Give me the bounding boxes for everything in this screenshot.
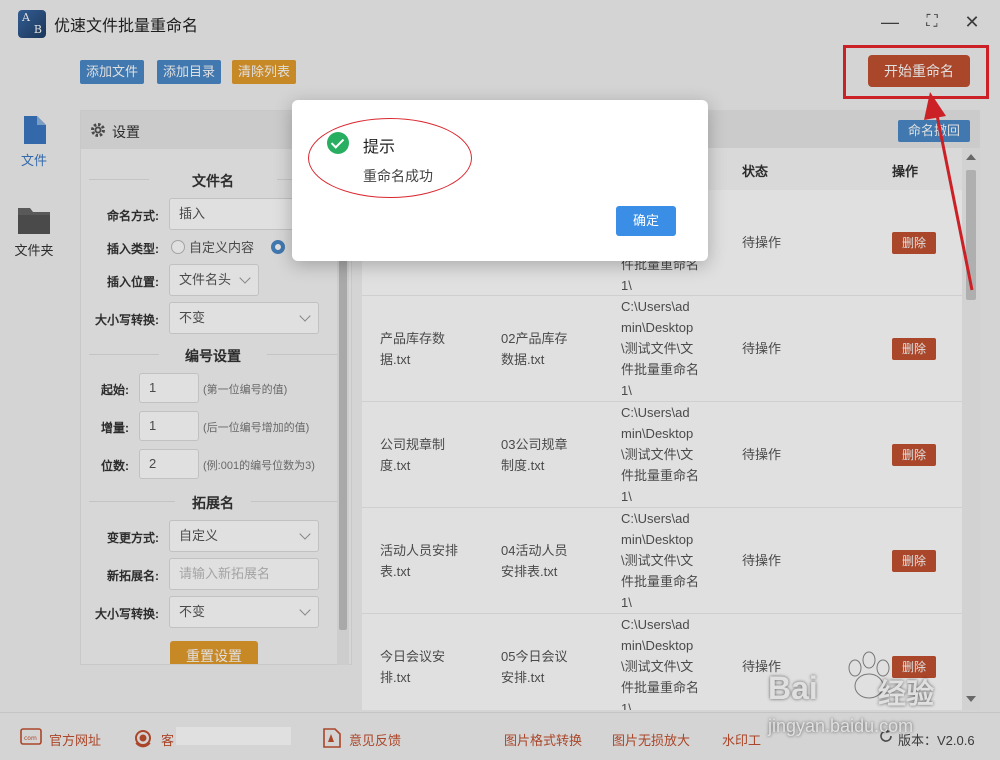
success-check-icon <box>327 132 349 154</box>
dialog-message: 重命名成功 <box>363 168 433 184</box>
annotation-ellipse <box>308 118 472 198</box>
confirm-button[interactable]: 确定 <box>616 206 676 236</box>
dialog-title: 提示 <box>363 139 396 156</box>
success-dialog: 提示 重命名成功 确定 <box>292 100 708 261</box>
